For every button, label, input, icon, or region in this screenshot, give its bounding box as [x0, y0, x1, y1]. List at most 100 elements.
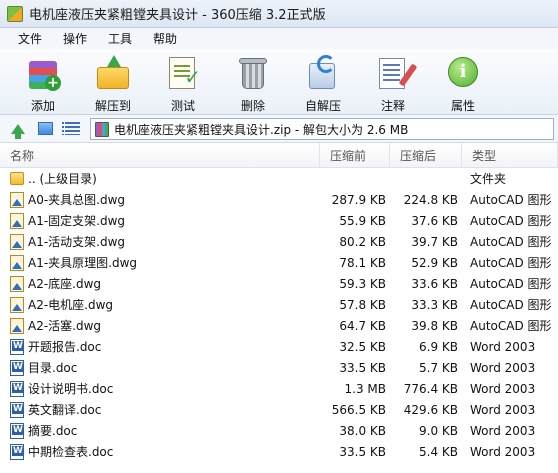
menu-tools[interactable]: 工具: [100, 28, 145, 49]
file-name-cell: A1-固定支架.dwg: [0, 210, 320, 231]
file-row[interactable]: A0-夹具总图.dwg 287.9 KB 224.8 KB AutoCAD 图形: [0, 189, 558, 210]
file-row[interactable]: 设计说明书.doc 1.3 MB 776.4 KB Word 2003: [0, 378, 558, 399]
size-after-cell: 33.3 KB: [411, 297, 458, 312]
file-row[interactable]: A2-底座.dwg 59.3 KB 33.6 KB AutoCAD 图形: [0, 273, 558, 294]
toolbar: + 添加 解压到 ✓ 测试 删除 自解压 注释 i 属性: [0, 49, 558, 115]
thumbnail-view-button[interactable]: [36, 120, 54, 138]
file-type-cell: Word 2003: [470, 339, 536, 354]
delete-label: 删除: [240, 99, 265, 113]
extract-to-button[interactable]: 解压到: [78, 49, 148, 115]
file-row[interactable]: .. (上级目录) 文件夹: [0, 168, 558, 189]
size-before-cell: 78.1 KB: [339, 255, 386, 270]
word-doc-icon: [10, 443, 24, 460]
up-level-button[interactable]: [9, 120, 27, 139]
title-bar: 电机座液压夹紧粗镗夹具设计 - 360压缩 3.2正式版: [0, 0, 558, 28]
size-before-cell: 55.9 KB: [339, 213, 386, 228]
autocad-file-icon: [10, 191, 24, 208]
word-doc-icon: [10, 338, 24, 355]
file-name-cell: 设计说明书.doc: [0, 378, 320, 399]
autocad-file-icon: [10, 296, 24, 313]
folder-icon: [10, 172, 24, 185]
menu-operations[interactable]: 操作: [55, 28, 100, 49]
file-name-cell: 目录.doc: [0, 357, 320, 378]
file-row[interactable]: 目录.doc 33.5 KB 5.7 KB Word 2003: [0, 357, 558, 378]
file-row[interactable]: 中期检查表.doc 33.5 KB 5.4 KB Word 2003: [0, 441, 558, 462]
list-view-icon: [61, 122, 80, 135]
file-name-cell: .. (上级目录): [0, 168, 320, 189]
file-type-cell: AutoCAD 图形: [470, 256, 552, 270]
menu-file[interactable]: 文件: [10, 28, 55, 49]
list-view-button[interactable]: [61, 120, 81, 138]
size-after-cell: 429.6 KB: [403, 402, 458, 417]
file-name: A1-活动支架.dwg: [28, 235, 126, 249]
file-row[interactable]: A1-夹具原理图.dwg 78.1 KB 52.9 KB AutoCAD 图形: [0, 252, 558, 273]
column-header: 名称 压缩前 压缩后 类型: [0, 142, 558, 168]
file-type-cell: AutoCAD 图形: [470, 214, 552, 228]
file-row[interactable]: A1-固定支架.dwg 55.9 KB 37.6 KB AutoCAD 图形: [0, 210, 558, 231]
size-before-cell: 38.0 KB: [339, 423, 386, 438]
column-before-header[interactable]: 压缩前: [320, 142, 390, 168]
file-name: A2-活塞.dwg: [28, 319, 102, 333]
file-row[interactable]: A2-电机座.dwg 57.8 KB 33.3 KB AutoCAD 图形: [0, 294, 558, 315]
file-name: A1-夹具原理图.dwg: [28, 256, 138, 270]
file-name-cell: 开题报告.doc: [0, 336, 320, 357]
size-after-cell: 39.7 KB: [411, 234, 458, 249]
file-type-cell: Word 2003: [470, 402, 536, 417]
file-name: 英文翻译.doc: [28, 403, 102, 417]
address-bar-row: 电机座液压夹紧粗镗夹具设计.zip - 解包大小为 2.6 MB: [0, 115, 558, 143]
file-name-cell: A1-活动支架.dwg: [0, 231, 320, 252]
column-type-header[interactable]: 类型: [462, 142, 558, 168]
file-row[interactable]: 英文翻译.doc 566.5 KB 429.6 KB Word 2003: [0, 399, 558, 420]
app-logo-icon: [7, 5, 23, 22]
autocad-file-icon: [10, 317, 24, 334]
file-name-cell: 英文翻译.doc: [0, 399, 320, 420]
extract-to-label: 解压到: [94, 99, 131, 113]
file-type-cell: Word 2003: [470, 423, 536, 438]
autocad-file-icon: [10, 212, 24, 229]
size-after-cell: 5.7 KB: [419, 360, 458, 375]
size-after-cell: 52.9 KB: [411, 255, 458, 270]
file-type-cell: AutoCAD 图形: [470, 298, 552, 312]
word-doc-icon: [10, 359, 24, 376]
size-after-cell: [390, 168, 462, 189]
size-after-cell: 33.6 KB: [411, 276, 458, 291]
size-before-cell: 287.9 KB: [331, 192, 386, 207]
add-button[interactable]: + 添加: [8, 49, 78, 115]
size-after-cell: 39.8 KB: [411, 318, 458, 333]
file-row[interactable]: 摘要.doc 38.0 KB 9.0 KB Word 2003: [0, 420, 558, 441]
test-label: 测试: [170, 99, 195, 113]
file-name-cell: A2-活塞.dwg: [0, 315, 320, 336]
self-extract-button[interactable]: 自解压: [288, 49, 358, 115]
column-name-header[interactable]: 名称: [0, 142, 320, 168]
file-row[interactable]: 开题报告.doc 32.5 KB 6.9 KB Word 2003: [0, 336, 558, 357]
size-before-cell: 1.3 MB: [344, 381, 386, 396]
test-button[interactable]: ✓ 测试: [148, 49, 218, 115]
size-before-cell: [320, 168, 390, 189]
column-after-header[interactable]: 压缩后: [390, 142, 462, 168]
self-extract-icon: [305, 55, 341, 91]
menu-bar: 文件 操作 工具 帮助: [0, 28, 558, 49]
file-name: 设计说明书.doc: [28, 382, 114, 396]
menu-help[interactable]: 帮助: [145, 28, 190, 49]
comment-note-icon: [375, 55, 418, 91]
file-name: 中期检查表.doc: [28, 445, 114, 459]
properties-button[interactable]: i 属性: [428, 49, 498, 115]
size-before-cell: 33.5 KB: [339, 444, 386, 459]
up-arrow-icon: [11, 123, 25, 139]
size-before-cell: 57.8 KB: [339, 297, 386, 312]
file-row[interactable]: A1-活动支架.dwg 80.2 KB 39.7 KB AutoCAD 图形: [0, 231, 558, 252]
address-text: 电机座液压夹紧粗镗夹具设计.zip - 解包大小为 2.6 MB: [114, 122, 409, 137]
comment-button[interactable]: 注释: [358, 49, 428, 115]
address-field[interactable]: 电机座液压夹紧粗镗夹具设计.zip - 解包大小为 2.6 MB: [90, 118, 554, 140]
file-type-cell: Word 2003: [470, 381, 536, 396]
file-row[interactable]: A2-活塞.dwg 64.7 KB 39.8 KB AutoCAD 图形: [0, 315, 558, 336]
delete-button[interactable]: 删除: [218, 49, 288, 115]
add-archive-icon: +: [25, 55, 61, 91]
file-type-cell: 文件夹: [470, 172, 507, 186]
size-after-cell: 37.6 KB: [411, 213, 458, 228]
window-title: 电机座液压夹紧粗镗夹具设计 - 360压缩 3.2正式版: [29, 8, 326, 23]
autocad-file-icon: [10, 275, 24, 292]
file-type-cell: Word 2003: [470, 360, 536, 375]
zip-archive-icon: [95, 121, 109, 137]
file-name-cell: A1-夹具原理图.dwg: [0, 252, 320, 273]
